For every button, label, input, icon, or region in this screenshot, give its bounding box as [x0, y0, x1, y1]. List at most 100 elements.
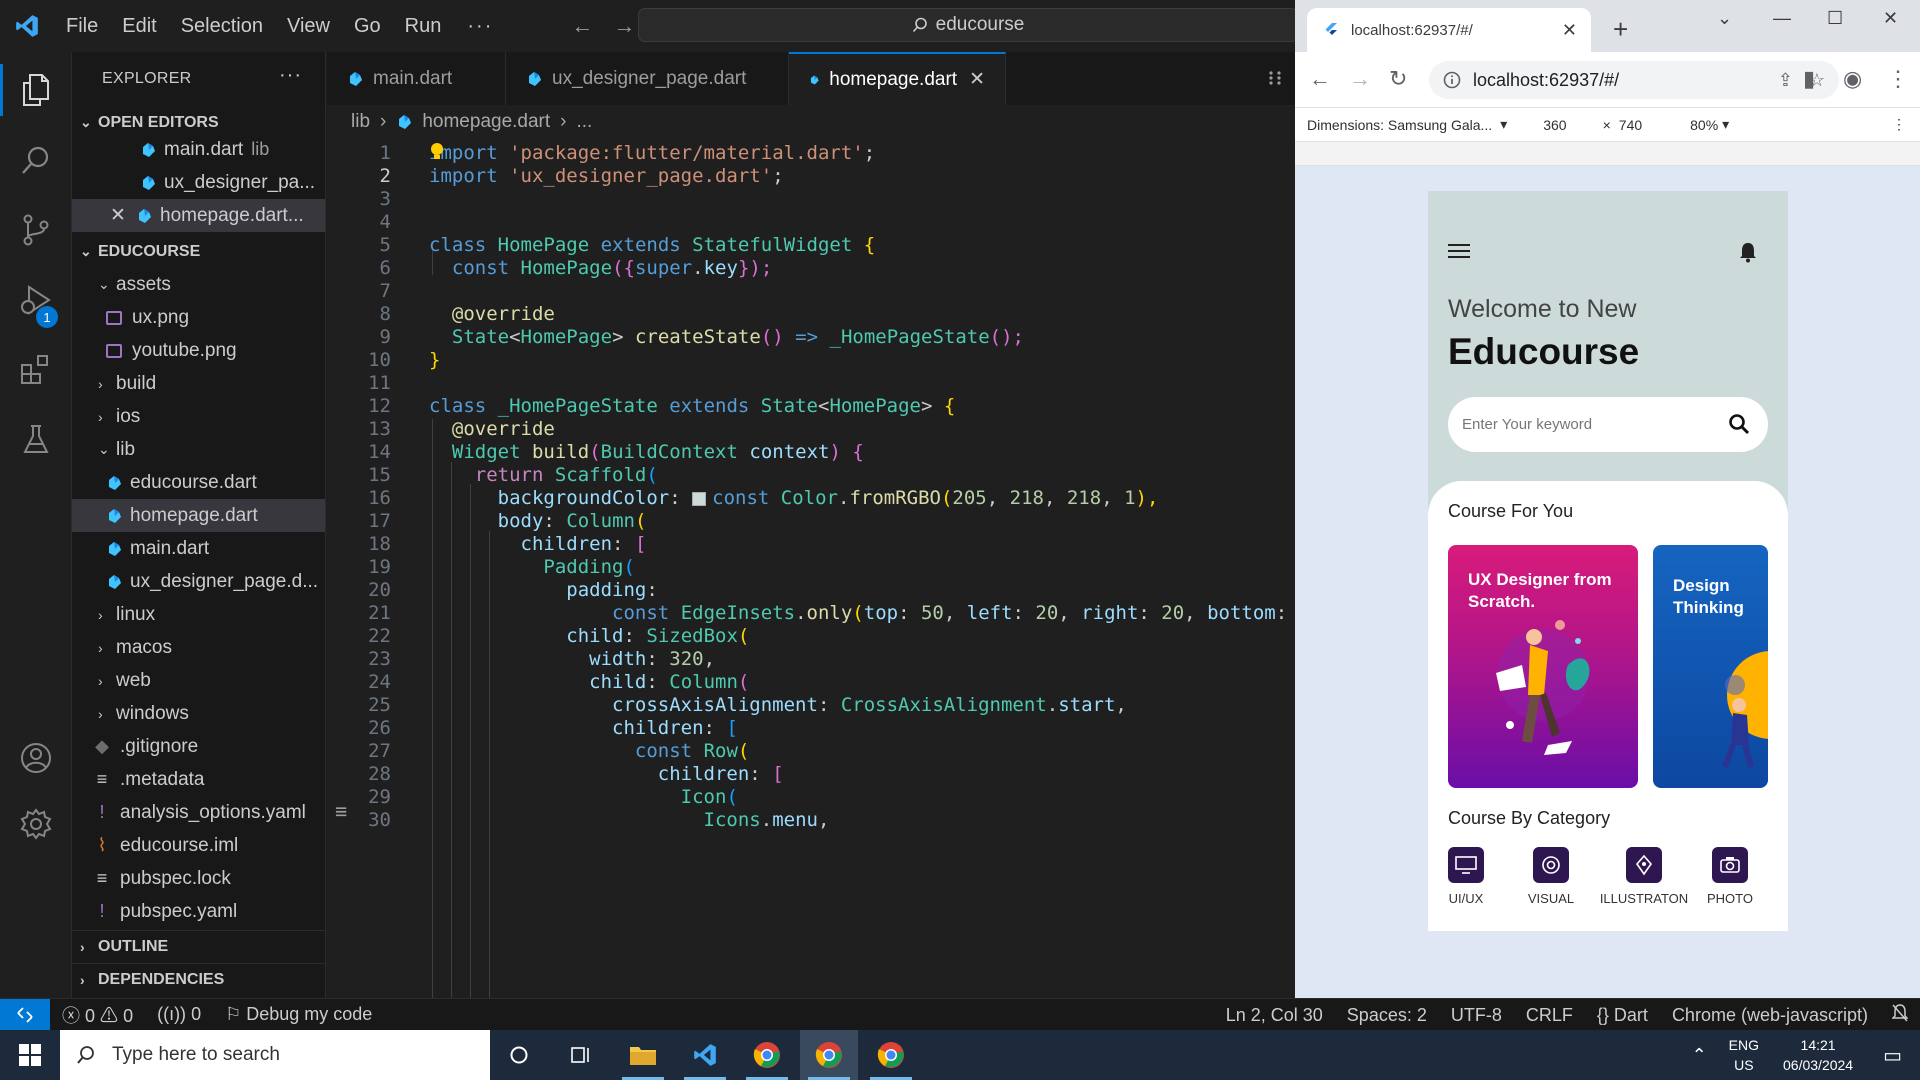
menu-more[interactable]: ··· — [453, 15, 507, 38]
tree-file-ux-designer-page[interactable]: ux_designer_page.d... — [72, 565, 325, 598]
line-ending[interactable]: CRLF — [1514, 1005, 1585, 1026]
tree-folder-macos[interactable]: › macos — [72, 631, 325, 664]
task-view-icon[interactable] — [552, 1030, 610, 1080]
windows-start-icon[interactable] — [0, 1030, 60, 1080]
debug-indicator[interactable]: ⚐ Debug my code — [213, 1004, 384, 1025]
keyword-search-input[interactable]: Enter Your keyword — [1448, 397, 1768, 452]
tree-folder-windows[interactable]: › windows — [72, 697, 325, 730]
close-icon[interactable]: ✕ — [969, 68, 985, 91]
tree-file-analysis-options[interactable]: ! analysis_options.yaml — [72, 796, 325, 829]
taskbar-search-box[interactable]: Type here to search — [60, 1030, 490, 1080]
language-mode[interactable]: {} Dart — [1585, 1005, 1660, 1026]
chrome-taskbar-icon[interactable] — [800, 1030, 858, 1080]
menu-edit[interactable]: Edit — [110, 15, 168, 38]
breadcrumb-file[interactable]: homepage.dart — [422, 111, 550, 133]
problems-indicator[interactable]: ⓧ 0 ⚠ 0 — [50, 1002, 145, 1028]
menu-run[interactable]: Run — [393, 15, 454, 38]
zoom-select[interactable]: 80% — [1690, 117, 1718, 133]
hamburger-menu-icon[interactable] — [1448, 243, 1470, 259]
tree-file-metadata[interactable]: ≡ .metadata — [72, 763, 325, 796]
tree-file-educourse-iml[interactable]: ⌇ educourse.iml — [72, 829, 325, 862]
category-item[interactable]: VISUAL — [1516, 847, 1586, 906]
menu-selection[interactable]: Selection — [169, 15, 275, 38]
open-editor-item[interactable]: ux_designer_pa... — [72, 166, 325, 199]
tree-folder-assets[interactable]: ⌄ assets — [72, 268, 325, 301]
tree-folder-web[interactable]: › web — [72, 664, 325, 697]
indentation[interactable]: Spaces: 2 — [1335, 1005, 1439, 1026]
tree-file-main-dart[interactable]: main.dart — [72, 532, 325, 565]
chrome-taskbar-icon[interactable] — [738, 1030, 796, 1080]
tree-folder-linux[interactable]: › linux — [72, 598, 325, 631]
forward-arrow-icon[interactable]: → — [1349, 66, 1371, 92]
minimize-icon[interactable]: — — [1773, 8, 1791, 29]
chrome-taskbar-icon[interactable] — [862, 1030, 920, 1080]
accounts-icon[interactable] — [16, 738, 56, 778]
share-icon[interactable]: ⇪ — [1778, 70, 1793, 91]
category-item[interactable]: PHOTO — [1695, 847, 1765, 906]
course-card[interactable]: Design Thinking The Beginner — [1653, 545, 1768, 788]
device-dimensions-select[interactable]: Dimensions: Samsung Gala... — [1307, 117, 1492, 133]
tree-file-pubspec-yaml[interactable]: ! pubspec.yaml — [72, 895, 325, 928]
file-explorer-icon[interactable] — [614, 1030, 672, 1080]
reload-icon[interactable]: ↻ — [1389, 66, 1407, 92]
address-bar[interactable]: localhost:62937/#/ ⇪ ☆ — [1429, 61, 1839, 99]
ports-indicator[interactable]: ((ı)) 0 — [145, 1004, 213, 1025]
editor-layout-icon[interactable] — [1265, 68, 1285, 88]
tab-search-chevron-icon[interactable]: ⌄ — [1717, 8, 1732, 29]
breadcrumb-rest[interactable]: ... — [577, 111, 593, 133]
new-tab-plus-icon[interactable]: + — [1613, 14, 1628, 45]
encoding[interactable]: UTF-8 — [1439, 1005, 1514, 1026]
tree-folder-lib[interactable]: ⌄ lib — [72, 433, 325, 466]
testing-flask-icon[interactable] — [16, 420, 56, 460]
profile-avatar-icon[interactable]: ◉ — [1843, 66, 1862, 92]
tab-main-dart[interactable]: main.dart — [327, 52, 506, 105]
search-view-icon[interactable] — [16, 140, 56, 180]
device-width[interactable]: 360 — [1543, 117, 1566, 133]
color-swatch[interactable] — [692, 491, 707, 506]
notification-bell-icon[interactable] — [1738, 241, 1758, 263]
menu-view[interactable]: View — [275, 15, 342, 38]
tab-ux-designer-page[interactable]: ux_designer_page.dart — [506, 52, 789, 105]
category-item[interactable]: ILLUSTRATON — [1594, 847, 1694, 906]
chrome-tab[interactable]: localhost:62937/#/ ✕ — [1307, 8, 1591, 52]
menu-file[interactable]: File — [54, 15, 110, 38]
tab-homepage-dart[interactable]: homepage.dart ✕ — [789, 52, 1006, 105]
back-arrow-icon[interactable]: ← — [571, 13, 593, 39]
dependencies-header[interactable]: › DEPENDENCIES — [72, 963, 325, 996]
category-item[interactable]: UI/UX — [1431, 847, 1501, 906]
device-height[interactable]: 740 — [1619, 117, 1642, 133]
side-panel-icon[interactable]: ▮ — [1803, 66, 1815, 92]
maximize-icon[interactable]: ☐ — [1827, 8, 1843, 29]
tree-file-homepage-dart[interactable]: homepage.dart — [72, 499, 325, 532]
language-indicator[interactable]: ENG US — [1729, 1035, 1759, 1075]
tree-file-youtube-png[interactable]: youtube.png — [72, 334, 325, 367]
tree-folder-ios[interactable]: › ios — [72, 400, 325, 433]
course-card[interactable]: UX Designer from Scratch. — [1448, 545, 1638, 788]
settings-gear-icon[interactable] — [16, 804, 56, 844]
close-icon[interactable]: ✕ — [110, 204, 130, 227]
command-center-search[interactable]: educourse — [638, 8, 1298, 42]
vscode-taskbar-icon[interactable] — [676, 1030, 734, 1080]
open-editor-item[interactable]: main.dart lib — [72, 133, 325, 166]
menu-go[interactable]: Go — [342, 15, 393, 38]
lightbulb-icon[interactable] — [429, 141, 445, 163]
back-arrow-icon[interactable]: ← — [1309, 66, 1331, 92]
device-selector[interactable]: Chrome (web-javascript) — [1660, 1005, 1880, 1026]
extensions-icon[interactable] — [16, 350, 56, 390]
clock[interactable]: 14:21 06/03/2024 — [1783, 1035, 1853, 1075]
open-editor-item-active[interactable]: ✕ homepage.dart... — [72, 199, 325, 232]
notification-center-icon[interactable]: ▭ — [1883, 1043, 1902, 1068]
tree-file-ux-png[interactable]: ux.png — [72, 301, 325, 334]
search-icon[interactable] — [1728, 413, 1750, 435]
remote-indicator-icon[interactable] — [0, 998, 50, 1031]
more-options-icon[interactable]: ⋮ — [1892, 116, 1906, 133]
explorer-more-button[interactable]: ··· — [279, 64, 302, 87]
cortana-circle-icon[interactable] — [490, 1030, 548, 1080]
outline-header[interactable]: › OUTLINE — [72, 930, 325, 963]
forward-arrow-icon[interactable]: → — [613, 13, 635, 39]
tree-file-pubspec-lock[interactable]: ≡ pubspec.lock — [72, 862, 325, 895]
cursor-position[interactable]: Ln 2, Col 30 — [1214, 1005, 1335, 1026]
menu-lines-icon[interactable]: ≡ — [335, 799, 347, 992]
project-header[interactable]: ⌄ EDUCOURSE — [72, 235, 325, 268]
notifications-bell-icon[interactable] — [1880, 1003, 1920, 1027]
